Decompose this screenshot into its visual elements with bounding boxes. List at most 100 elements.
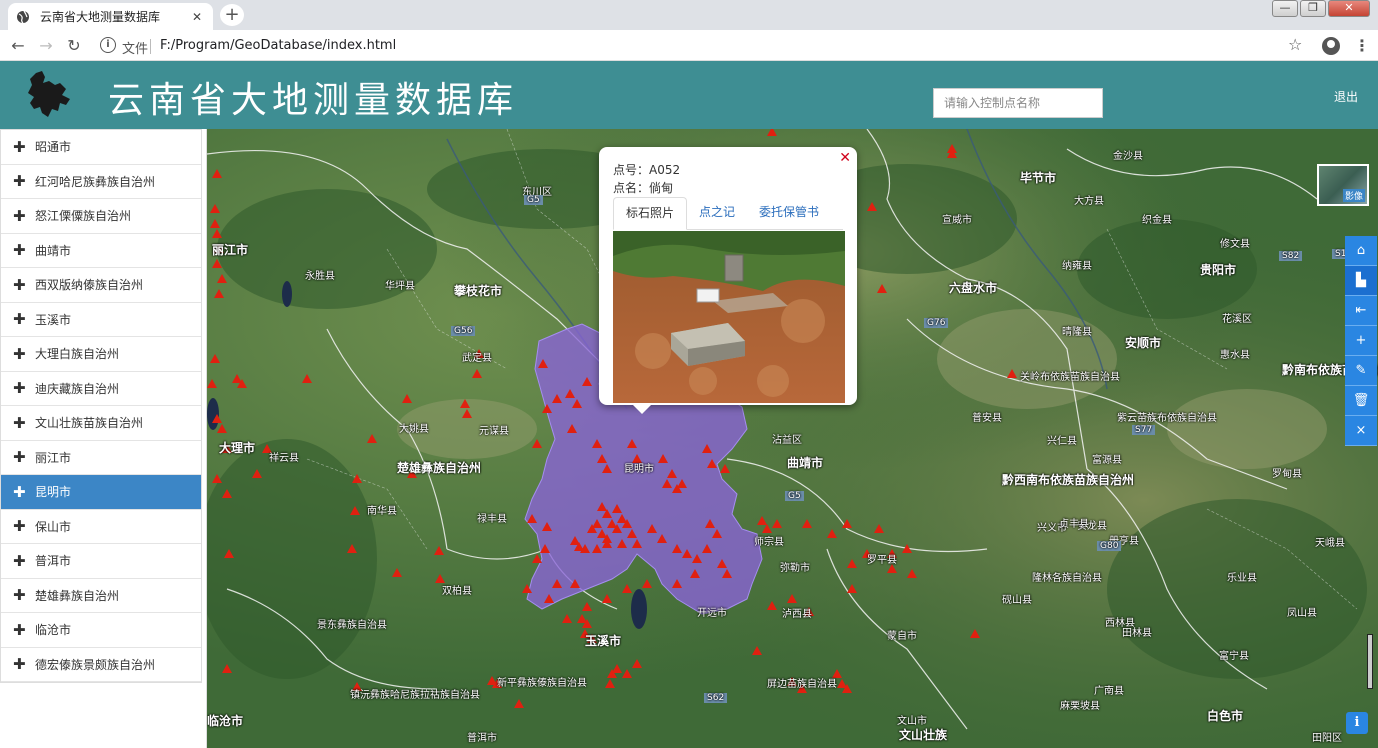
url-field[interactable]: F:/Program/GeoDatabase/index.html bbox=[160, 38, 396, 53]
map-place-label: 六盘水市 bbox=[949, 281, 998, 295]
sidebar-item[interactable]: ✚ 德宏傣族景颇族自治州 bbox=[1, 648, 201, 682]
sidebar-item[interactable]: ✚ 曲靖市 bbox=[1, 234, 201, 268]
sidebar-item-label: 丽江市 bbox=[35, 450, 72, 465]
expand-plus-icon[interactable]: ✚ bbox=[13, 552, 27, 570]
bookmark-star-icon[interactable]: ☆ bbox=[1288, 35, 1302, 54]
map-place-label: 普安县 bbox=[972, 413, 1002, 424]
region-list: ✚ 昭通市 ✚ 红河哈尼族彝族自治州 ✚ 怒江傈僳族自治州 ✚ 曲靖市 ✚ 西双版纳傣族自治州 ✚ 玉… bbox=[0, 129, 202, 683]
yunnan-map-logo bbox=[28, 71, 70, 117]
map-place-label: 双柏县 bbox=[442, 586, 472, 597]
info-tool-button[interactable]: i bbox=[1346, 712, 1368, 734]
map-place-label: 砚山县 bbox=[1002, 595, 1032, 606]
site-info-icon[interactable]: i bbox=[100, 37, 116, 53]
benchmark-photo bbox=[613, 231, 845, 403]
new-tab-button[interactable]: + bbox=[220, 4, 244, 26]
minimize-button[interactable]: — bbox=[1272, 0, 1298, 17]
lake bbox=[282, 281, 292, 307]
map-place-label: 玉溪市 bbox=[585, 634, 622, 648]
sidebar-item[interactable]: ✚ 昭通市 bbox=[1, 130, 201, 165]
map-place-label: 攀枝花市 bbox=[454, 284, 503, 298]
sidebar-item[interactable]: ✚ 楚雄彝族自治州 bbox=[1, 579, 201, 613]
highway-shield: S77 bbox=[1132, 425, 1156, 435]
expand-plus-icon[interactable]: ✚ bbox=[13, 172, 27, 190]
map-place-label: 曲靖市 bbox=[787, 456, 824, 470]
sidebar-item[interactable]: ✚ 丽江市 bbox=[1, 441, 201, 475]
map-place-label: 紫云苗族布依族自治县 bbox=[1117, 413, 1217, 424]
zoom-in-tool[interactable]: + bbox=[1345, 326, 1377, 356]
tab-title: 云南省大地测量数据库 bbox=[40, 10, 161, 24]
sidebar-item-label: 大理白族自治州 bbox=[35, 347, 120, 362]
expand-plus-icon[interactable]: ✚ bbox=[13, 448, 27, 466]
window-controls: — ❐ ✕ bbox=[1272, 0, 1370, 17]
sidebar-item[interactable]: ✚ 玉溪市 bbox=[1, 303, 201, 337]
back-icon[interactable]: ← bbox=[8, 36, 28, 56]
clear-tool[interactable]: × bbox=[1345, 416, 1377, 446]
expand-plus-icon[interactable]: ✚ bbox=[13, 586, 27, 604]
maximize-button[interactable]: ❐ bbox=[1300, 0, 1326, 17]
map-place-label: 罗甸县 bbox=[1272, 469, 1302, 480]
edit-tool[interactable]: ✎ bbox=[1345, 356, 1377, 386]
tab-point-record[interactable]: 点之记 bbox=[687, 197, 747, 230]
control-point-search-input[interactable] bbox=[933, 88, 1103, 118]
tab-close-icon[interactable]: ✕ bbox=[189, 10, 205, 24]
sidebar-item[interactable]: ✚ 昆明市 bbox=[1, 475, 201, 510]
map-place-label: 花溪区 bbox=[1222, 314, 1252, 325]
home-tool[interactable]: ⌂ bbox=[1345, 236, 1377, 266]
sidebar-item[interactable]: ✚ 普洱市 bbox=[1, 544, 201, 579]
map-place-label: 临沧市 bbox=[207, 714, 244, 728]
expand-plus-icon[interactable]: ✚ bbox=[13, 207, 27, 225]
map-place-label: 惠水县 bbox=[1220, 350, 1250, 361]
expand-plus-icon[interactable]: ✚ bbox=[13, 621, 27, 639]
tab-benchmark-photo[interactable]: 标石照片 bbox=[613, 197, 688, 230]
map-place-label: 景东彝族自治县 bbox=[317, 620, 387, 631]
expand-plus-icon[interactable]: ✚ bbox=[13, 310, 27, 328]
expand-plus-icon[interactable]: ✚ bbox=[13, 241, 27, 259]
account-icon[interactable] bbox=[1322, 37, 1340, 55]
logout-link[interactable]: 退出 bbox=[1334, 88, 1358, 105]
expand-plus-icon[interactable]: ✚ bbox=[13, 655, 27, 673]
expand-plus-icon[interactable]: ✚ bbox=[13, 345, 27, 363]
browser-menu-icon[interactable]: ⋮ bbox=[1354, 36, 1370, 55]
reload-icon[interactable]: ↻ bbox=[64, 36, 84, 56]
map-place-label: 祥云县 bbox=[269, 453, 299, 464]
sidebar-item[interactable]: ✚ 临沧市 bbox=[1, 613, 201, 648]
expand-plus-icon[interactable]: ✚ bbox=[13, 276, 27, 294]
sidebar-item[interactable]: ✚ 迪庆藏族自治州 bbox=[1, 372, 201, 406]
sidebar-item-label: 昆明市 bbox=[35, 485, 72, 500]
highway-shield: G5 bbox=[785, 491, 804, 501]
sidebar-item[interactable]: ✚ 文山壮族苗族自治州 bbox=[1, 406, 201, 441]
expand-plus-icon[interactable]: ✚ bbox=[13, 138, 27, 156]
collapse-tool[interactable]: ⇤ bbox=[1345, 296, 1377, 326]
sidebar-item[interactable]: ✚ 保山市 bbox=[1, 510, 201, 544]
basemap-toggle[interactable]: 影像 bbox=[1317, 164, 1369, 206]
sidebar-item[interactable]: ✚ 西双版纳傣族自治州 bbox=[1, 268, 201, 303]
expand-plus-icon[interactable]: ✚ bbox=[13, 483, 27, 501]
map-place-label: 新平彝族傣族自治县 bbox=[497, 678, 587, 689]
map-place-label: 文山市 bbox=[897, 716, 927, 727]
expand-plus-icon[interactable]: ✚ bbox=[13, 379, 27, 397]
sidebar-item[interactable]: ✚ 怒江傈僳族自治州 bbox=[1, 199, 201, 234]
sidebar-item-label: 红河哈尼族彝族自治州 bbox=[35, 174, 156, 189]
expand-plus-icon[interactable]: ✚ bbox=[13, 414, 27, 432]
browser-tab[interactable]: 云南省大地测量数据库 ✕ bbox=[8, 3, 213, 30]
popup-close-icon[interactable]: ✕ bbox=[839, 150, 851, 166]
sidebar-item-label: 怒江傈僳族自治州 bbox=[35, 209, 132, 224]
sidebar-item[interactable]: ✚ 红河哈尼族彝族自治州 bbox=[1, 165, 201, 199]
map-place-label: 弥勒市 bbox=[780, 563, 810, 574]
expand-plus-icon[interactable]: ✚ bbox=[13, 517, 27, 535]
map-place-label: 沾益区 bbox=[772, 435, 802, 446]
map-place-label: 关岭布依族苗族自治县 bbox=[1020, 372, 1120, 383]
point-name: 点名：倘甸 bbox=[613, 181, 674, 195]
sidebar-item-label: 临沧市 bbox=[35, 623, 72, 638]
tab-custody-letter[interactable]: 委托保管书 bbox=[747, 197, 831, 230]
popup-tabs: 标石照片 点之记 委托保管书 bbox=[613, 197, 843, 230]
forward-icon[interactable]: → bbox=[36, 36, 56, 56]
delete-tool[interactable]: 🗑 bbox=[1345, 386, 1377, 416]
highway-shield: G5 bbox=[524, 195, 543, 205]
sidebar-item[interactable]: ✚ 大理白族自治州 bbox=[1, 337, 201, 372]
map-place-label: 镇沅彝族哈尼族拉祜族自治县 bbox=[350, 690, 480, 701]
window-close-button[interactable]: ✕ bbox=[1328, 0, 1370, 17]
layer-tool[interactable]: ▙ bbox=[1345, 266, 1377, 296]
browser-tabbar: 云南省大地测量数据库 ✕ + — ❐ ✕ bbox=[0, 0, 1378, 30]
sidebar-item-label: 西双版纳傣族自治州 bbox=[35, 278, 144, 293]
